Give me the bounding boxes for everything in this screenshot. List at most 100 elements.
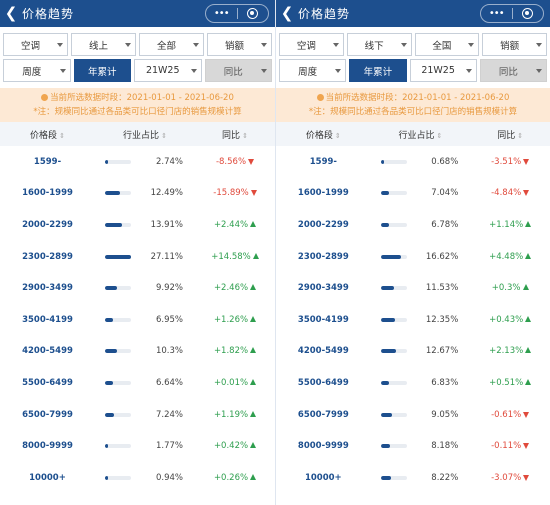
ytd-toggle[interactable]: 年累计 — [73, 59, 131, 82]
arrow-up-icon — [525, 220, 532, 227]
table-row[interactable]: 3500-4199 12.35% +0.43% — [276, 304, 550, 336]
more-button[interactable]: ••• — [481, 5, 512, 22]
share-bar-fill — [380, 349, 396, 354]
more-dots-icon: ••• — [488, 7, 505, 19]
table-row[interactable]: 1600-1999 7.04% -4.84% — [276, 178, 550, 210]
table-row[interactable]: 2900-3499 11.53% +0.3% — [276, 272, 550, 304]
share-value: 7.24% — [155, 409, 183, 420]
col-share-header[interactable]: 行业占比 ⇕ — [95, 128, 195, 141]
share-bar — [105, 380, 131, 385]
price-segment: 4200-5499 — [22, 346, 73, 357]
col-share-header[interactable]: 行业占比 ⇕ — [371, 128, 471, 141]
share-bar-fill — [105, 380, 113, 385]
share-bar-fill — [380, 286, 395, 291]
table-row[interactable]: 10000+ 0.94% +0.26% — [0, 462, 275, 494]
yoy-value: -15.89% — [213, 188, 249, 199]
table-body: 1599- 0.68% -3.51% 1600-1999 7.04% -4.84% 2000… — [276, 146, 550, 494]
col-yoy-header[interactable]: 同比 ⇕ — [470, 128, 550, 141]
table-row[interactable]: 8000-9999 1.77% +0.42% — [0, 430, 275, 462]
price-segment: 3500-4199 — [297, 314, 349, 325]
table-row[interactable]: 2900-3499 9.92% +2.46% — [0, 272, 275, 304]
table-row[interactable]: 6500-7999 7.24% +1.19% — [0, 399, 275, 431]
share-cell: 7.24% — [95, 410, 195, 420]
close-program-button[interactable] — [238, 5, 269, 22]
share-value: 12.49% — [150, 188, 183, 199]
share-value: 12.35% — [425, 314, 459, 325]
price-segment: 6500-7999 — [297, 409, 349, 420]
share-value: 7.04% — [431, 188, 459, 199]
share-bar-fill — [105, 191, 120, 196]
price-segment: 10000+ — [304, 472, 342, 483]
yoy-cell: +1.14% — [470, 220, 550, 230]
yoy-value: +0.42% — [213, 441, 249, 452]
metric-dropdown[interactable]: 销额 — [482, 33, 547, 56]
share-cell: 0.94% — [95, 473, 195, 483]
share-bar-fill — [380, 191, 390, 196]
table-row[interactable]: 6500-7999 9.05% -0.61% — [276, 399, 550, 431]
yoy-value: -3.51% — [491, 156, 522, 167]
yoy-value: +1.14% — [489, 219, 524, 230]
more-button[interactable]: ••• — [206, 5, 237, 22]
compare-dropdown[interactable]: 同比 — [204, 59, 272, 82]
channel-dropdown[interactable]: 线上 — [71, 33, 136, 56]
region-dropdown[interactable]: 全部 — [139, 33, 204, 56]
yoy-cell: +0.01% — [195, 378, 275, 388]
yoy-cell: -8.56% — [195, 157, 275, 167]
table-row[interactable]: 2300-2899 16.62% +4.48% — [276, 241, 550, 273]
table-row[interactable]: 2300-2899 27.11% +14.58% — [0, 241, 275, 273]
share-bar — [105, 191, 131, 196]
price-segment: 4200-5499 — [297, 346, 349, 357]
table-row[interactable]: 5500-6499 6.83% +0.51% — [276, 367, 550, 399]
table-row[interactable]: 2000-2299 6.78% +1.14% — [276, 209, 550, 241]
share-cell: 13.91% — [95, 220, 195, 230]
sort-icon: ⇕ — [436, 131, 443, 140]
table-row[interactable]: 2000-2299 13.91% +2.44% — [0, 209, 275, 241]
header-label: 价格段 — [305, 130, 333, 141]
col-segment-header[interactable]: 价格段 ⇕ — [276, 128, 371, 141]
yoy-cell: +0.43% — [470, 315, 550, 325]
yoy-value: +2.46% — [213, 283, 249, 294]
price-segment: 3500-4199 — [22, 314, 73, 325]
filter-panel: 空调 线上 全部 销额 周度 年累计 21W25 同比 — [0, 27, 275, 88]
week-dropdown[interactable]: 21W25 — [409, 59, 477, 82]
category-dropdown[interactable]: 空调 — [3, 33, 68, 56]
table-row[interactable]: 5500-6499 6.64% +0.01% — [0, 367, 275, 399]
arrow-up-icon — [250, 378, 257, 385]
arrow-up-icon — [250, 284, 257, 291]
table-row[interactable]: 3500-4199 6.95% +1.26% — [0, 304, 275, 336]
ytd-toggle[interactable]: 年累计 — [349, 59, 407, 82]
share-value: 9.05% — [431, 409, 459, 420]
date-range-text: 当前所选数据时段：2021-01-01 - 2021-06-20 — [325, 93, 510, 103]
share-cell: 6.64% — [95, 378, 195, 388]
yoy-value: +14.58% — [211, 251, 251, 262]
metric-dropdown[interactable]: 销额 — [207, 33, 272, 56]
share-value: 16.62% — [425, 251, 459, 262]
period-dropdown[interactable]: 周度 — [279, 59, 347, 82]
table-row[interactable]: 1599- 2.74% -8.56% — [0, 146, 275, 178]
close-program-button[interactable] — [513, 5, 544, 22]
col-yoy-header[interactable]: 同比 ⇕ — [195, 128, 275, 141]
share-bar — [105, 317, 131, 322]
region-dropdown[interactable]: 全国 — [414, 33, 480, 56]
back-icon[interactable]: ❮ — [276, 0, 298, 27]
period-dropdown[interactable]: 周度 — [3, 59, 71, 82]
share-cell: 6.78% — [371, 220, 471, 230]
col-segment-header[interactable]: 价格段 ⇕ — [0, 128, 95, 141]
category-dropdown[interactable]: 空调 — [279, 33, 344, 56]
back-icon[interactable]: ❮ — [0, 0, 22, 27]
table-row[interactable]: 4200-5499 10.3% +1.82% — [0, 336, 275, 368]
region-label: 全部 — [156, 40, 176, 52]
ytd-label: 年累计 — [363, 66, 393, 78]
arrow-down-icon — [250, 190, 257, 197]
table-row[interactable]: 10000+ 8.22% -3.07% — [276, 462, 550, 494]
share-bar — [380, 191, 407, 196]
compare-dropdown[interactable]: 同比 — [479, 59, 547, 82]
table-row[interactable]: 1600-1999 12.49% -15.89% — [0, 178, 275, 210]
channel-dropdown[interactable]: 线下 — [346, 33, 412, 56]
week-dropdown[interactable]: 21W25 — [134, 59, 202, 82]
table-row[interactable]: 8000-9999 8.18% -0.11% — [276, 430, 550, 462]
table-row[interactable]: 1599- 0.68% -3.51% — [276, 146, 550, 178]
table-row[interactable]: 4200-5499 12.67% +2.13% — [276, 336, 550, 368]
week-label: 21W25 — [145, 65, 180, 76]
sort-icon: ⇕ — [242, 131, 248, 140]
